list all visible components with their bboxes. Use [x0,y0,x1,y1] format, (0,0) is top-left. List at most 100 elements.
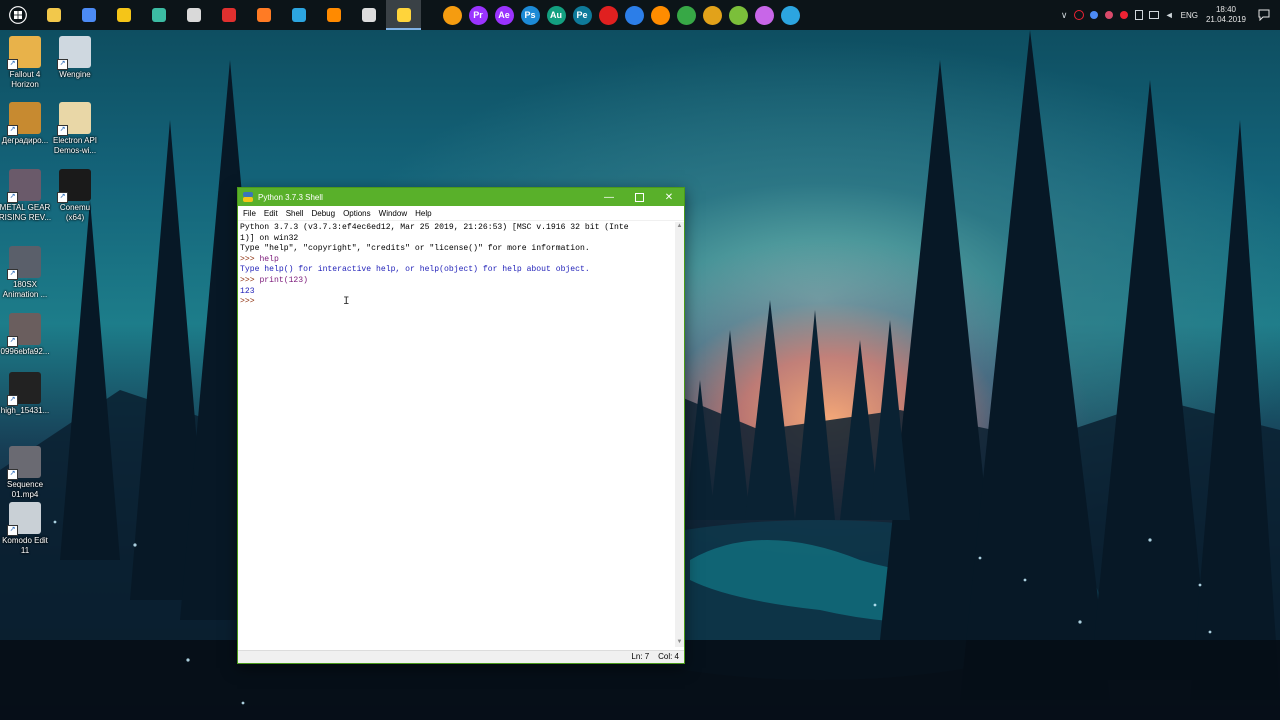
desktop-icon-label: 180SX Animation ... [2,280,48,299]
shell-line: Python 3.7.3 (v3.7.3:ef4ec6ed12, Mar 25 … [240,223,672,234]
desktop-icon-image: ↗ [7,313,41,347]
system-tray: ∨ ◄ ENG 18:40 21.04.2019 [1057,0,1280,30]
taskbar-app-python-idle[interactable] [386,0,421,30]
desktop-icon[interactable]: ↗ Conemu (x64) [46,169,104,223]
chrome-icon [81,8,96,22]
desktop-icon-label: Wengine [59,70,91,79]
shell-text: Type help() for interactive help, or hel… [240,265,590,275]
desktop-icon-image: ↗ [7,102,41,136]
scroll-down-icon[interactable]: ▼ [675,638,684,647]
desktop-icon[interactable]: ↗ Wengine [46,36,104,80]
menu-help[interactable]: Help [412,209,436,218]
taskbar-app-file-explorer[interactable] [36,0,71,30]
close-button[interactable]: ✕ [654,188,684,206]
taskbar-pin-2[interactable]: Ae [491,0,517,30]
desktop-icon[interactable]: ↗ Sequence 01.mp4 [0,446,54,500]
network-icon[interactable] [1147,0,1162,30]
taskbar-app-sublime[interactable] [316,0,351,30]
desktop-icon-image: ↗ [57,102,91,136]
taskbar-app-notes[interactable] [106,0,141,30]
taskbar-pin-4[interactable]: Au [543,0,569,30]
language-indicator[interactable]: ENG [1177,11,1204,20]
taskbar-pin-1[interactable]: Pr [465,0,491,30]
taskbar-pin-0[interactable] [439,0,465,30]
shortcut-arrow-icon: ↗ [7,395,18,406]
desktop-icon-label: 0996ebfa92... [0,347,50,356]
clipboard-icon[interactable] [1132,0,1147,30]
taskbar-app-chrome[interactable] [71,0,106,30]
title-bar[interactable]: Python 3.7.3 Shell — ✕ [238,188,684,206]
desktop-icon[interactable]: ↗ Komodo Edit 11 [0,502,54,556]
clock[interactable]: 18:40 21.04.2019 [1204,5,1248,25]
shortcut-arrow-icon: ↗ [7,525,18,536]
taskbar-pin-6[interactable] [595,0,621,30]
shortcut-arrow-icon: ↗ [57,125,68,136]
taskbar-pin-12[interactable] [751,0,777,30]
firefox-icon [256,8,271,22]
taskbar-pin-7[interactable] [621,0,647,30]
taskbar-pin-13[interactable] [777,0,803,30]
chevron-up-icon[interactable]: ∨ [1057,0,1072,30]
desktop-icon[interactable]: ↗ Electron API Demos-wi... [46,102,104,156]
shortcut-arrow-icon: ↗ [7,125,18,136]
headphones-icon [624,5,644,25]
terminal-icon [361,8,376,22]
desktop-icon[interactable]: ↗ 180SX Animation ... [0,246,54,300]
sound-tray-icon[interactable] [1117,0,1132,30]
taskbar-app-firefox[interactable] [246,0,281,30]
taskbar-app-telegram[interactable] [281,0,316,30]
text-cursor-icon: I [343,296,350,308]
taskbar-app-box[interactable] [176,0,211,30]
desktop-icon-label: Electron API Demos-wi... [52,136,98,155]
taskbar-app-terminal[interactable] [351,0,386,30]
line-number: Ln: 7 [631,652,650,661]
chrome-tray-icon[interactable] [1087,0,1102,30]
taskbar-pin-11[interactable] [725,0,751,30]
color-wheel-icon [702,5,722,25]
windows-logo-icon [9,6,27,24]
notifications-icon[interactable] [1248,0,1280,30]
desktop-icon[interactable]: ↗ high_15431... [0,372,54,416]
desktop-icon[interactable]: ↗ 0996ebfa92... [0,313,54,357]
menu-options[interactable]: Options [340,209,376,218]
taskbar-pin-8[interactable] [647,0,673,30]
telegram-icon [291,8,306,22]
desktop-icon-image: ↗ [57,36,91,70]
shell-line: 1)] on win32 [240,234,672,245]
menu-file[interactable]: File [240,209,261,218]
shell-prompt: >>> [240,275,260,285]
shell-text: 123 [240,286,255,296]
minimize-button[interactable]: — [594,188,624,206]
desktop-icon-image: ↗ [7,246,41,280]
photoshop-icon: Ps [520,5,540,25]
menu-edit[interactable]: Edit [261,209,283,218]
menu-debug[interactable]: Debug [308,209,340,218]
taskbar-pin-9[interactable] [673,0,699,30]
menu-bar: File Edit Shell Debug Options Window Help [238,206,684,221]
box-icon [186,8,201,22]
menu-shell[interactable]: Shell [283,209,309,218]
desktop-icon-image: ↗ [7,169,41,203]
maximize-button[interactable] [624,188,654,206]
scroll-up-icon[interactable]: ▲ [675,222,684,231]
vertical-scrollbar[interactable]: ▲ ▼ [675,222,684,647]
menu-window[interactable]: Window [376,209,412,218]
taskbar-pin-3[interactable]: Ps [517,0,543,30]
taskbar-pin-5[interactable]: Pe [569,0,595,30]
volume-icon[interactable]: ◄ [1162,0,1177,30]
taskbar-app-editor[interactable] [141,0,176,30]
shortcut-arrow-icon: ↗ [7,469,18,480]
shell-line: >>> [240,297,672,308]
taskbar-app-recorder[interactable] [211,0,246,30]
desktop-icon-label: Komodo Edit 11 [2,536,48,555]
shell-text: Python 3.7.3 (v3.7.3:ef4ec6ed12, Mar 25 … [240,223,629,232]
start-button[interactable] [0,0,36,30]
shell-line: Type help() for interactive help, or hel… [240,265,672,276]
record-tray-icon[interactable] [1072,0,1087,30]
shell-line: >>> print(123) [240,276,672,287]
shell-prompt: >>> [240,254,260,264]
color-tray-icon[interactable] [1102,0,1117,30]
taskbar-pin-10[interactable] [699,0,725,30]
shell-text-area[interactable]: Python 3.7.3 (v3.7.3:ef4ec6ed12, Mar 25 … [240,222,672,648]
utorrent-icon [676,5,696,25]
